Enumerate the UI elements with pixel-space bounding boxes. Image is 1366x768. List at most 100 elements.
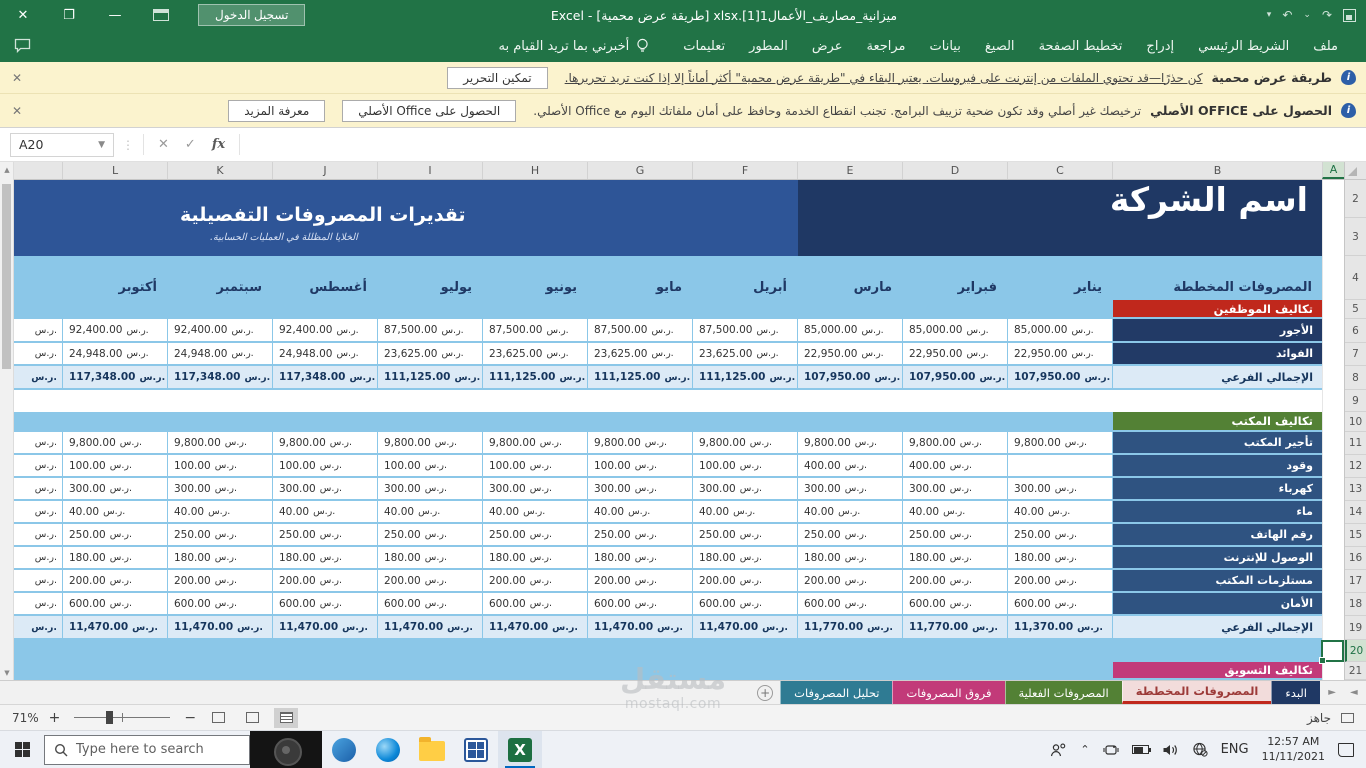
row-label[interactable]: مستلزمات المكتب bbox=[1113, 570, 1322, 591]
battery-icon[interactable] bbox=[1131, 745, 1151, 754]
zoom-level[interactable]: 71% bbox=[12, 711, 39, 725]
cell-value[interactable]: 11,470.00 ر.س. bbox=[483, 616, 587, 638]
redo-icon[interactable]: ↷ bbox=[1322, 8, 1332, 22]
enable-editing-button[interactable]: تمكين التحرير bbox=[447, 66, 548, 89]
taskbar-file-explorer[interactable] bbox=[410, 731, 454, 768]
hidden-icons-chevron[interactable]: ⌃ bbox=[1080, 743, 1089, 756]
cancel-entry-icon[interactable]: ✕ bbox=[158, 137, 169, 152]
cell-value[interactable]: 9,800.00 ر.س. bbox=[483, 432, 587, 453]
column-header-H[interactable]: H bbox=[482, 162, 587, 179]
taskbar-app-1[interactable] bbox=[322, 731, 366, 768]
restore-window-icon[interactable]: ❐ bbox=[46, 0, 92, 30]
cell-value[interactable]: 9,800.00 ر.س. bbox=[168, 432, 272, 453]
partial-cell[interactable]: ر.س. bbox=[14, 616, 62, 638]
cell-value[interactable]: 250.00 ر.س. bbox=[1008, 524, 1112, 545]
row-header-10[interactable]: 10 bbox=[1345, 412, 1366, 432]
cell-value[interactable]: 87,500.00 ر.س. bbox=[483, 319, 587, 341]
cell-value[interactable]: 200.00 ر.س. bbox=[168, 570, 272, 591]
sheet-subtitle-cell[interactable]: تقديرات المصروفات التفصيلية الخلايا المظ… bbox=[14, 180, 798, 256]
row-header-18[interactable]: 18 bbox=[1345, 593, 1366, 616]
cell-value[interactable]: 40.00 ر.س. bbox=[378, 501, 482, 522]
ribbon-tab[interactable]: ملف bbox=[1301, 30, 1350, 62]
cell-value[interactable]: 11,470.00 ر.س. bbox=[588, 616, 692, 638]
cell-value[interactable]: 24,948.00 ر.س. bbox=[168, 343, 272, 364]
company-name-cell[interactable]: اسم الشركة bbox=[798, 180, 1322, 256]
cell-value[interactable]: 180.00 ر.س. bbox=[588, 547, 692, 568]
zoom-in-icon[interactable]: + bbox=[49, 710, 61, 726]
cell-value[interactable]: 40.00 ر.س. bbox=[273, 501, 377, 522]
row-header-13[interactable]: 13 bbox=[1345, 478, 1366, 501]
planned-expenses-header[interactable]: المصروفات المخططة bbox=[1113, 256, 1322, 300]
sheet-tab[interactable]: المصروفات المخططة bbox=[1121, 681, 1272, 704]
row-header-11[interactable]: 11 bbox=[1345, 432, 1366, 455]
scroll-up-icon[interactable]: ▲ bbox=[0, 162, 14, 177]
page-break-view-button[interactable] bbox=[206, 708, 230, 728]
cell-value[interactable]: 200.00 ر.س. bbox=[693, 570, 797, 591]
column-header-L[interactable]: L bbox=[62, 162, 167, 179]
cell-value[interactable]: 11,470.00 ر.س. bbox=[693, 616, 797, 638]
ribbon-tab[interactable]: مراجعة bbox=[855, 30, 918, 62]
row-header-17[interactable]: 17 bbox=[1345, 570, 1366, 593]
month-header[interactable]: مايو bbox=[588, 256, 692, 300]
row-header-3[interactable]: 3 bbox=[1345, 218, 1366, 256]
cell-value[interactable]: 600.00 ر.س. bbox=[1008, 593, 1112, 614]
column-header-C[interactable]: C bbox=[1007, 162, 1112, 179]
partial-cell[interactable]: ر.س. bbox=[14, 547, 62, 568]
ribbon-tab[interactable]: الشريط الرئيسي bbox=[1186, 30, 1301, 62]
cell-value[interactable]: 100.00 ر.س. bbox=[693, 455, 797, 476]
cell-value[interactable]: 250.00 ر.س. bbox=[798, 524, 902, 545]
taskbar-app-edge[interactable] bbox=[366, 731, 410, 768]
active-cell-selection[interactable] bbox=[1319, 640, 1344, 664]
row-header-5[interactable]: 5 bbox=[1345, 300, 1366, 319]
get-genuine-office-button[interactable]: الحصول على Office الأصلي bbox=[342, 99, 517, 122]
cell-value[interactable]: 250.00 ر.س. bbox=[273, 524, 377, 545]
start-button[interactable] bbox=[0, 731, 44, 768]
feedback-icon[interactable] bbox=[14, 38, 31, 53]
cell-value[interactable]: 85,000.00 ر.س. bbox=[798, 319, 902, 341]
confirm-entry-icon[interactable]: ✓ bbox=[185, 137, 196, 152]
cell-value[interactable]: 200.00 ر.س. bbox=[903, 570, 1007, 591]
cell-value[interactable]: 22,950.00 ر.س. bbox=[1008, 343, 1112, 364]
cell-value[interactable]: 100.00 ر.س. bbox=[273, 455, 377, 476]
cell-value[interactable]: 24,948.00 ر.س. bbox=[273, 343, 377, 364]
row-label[interactable]: ماء bbox=[1113, 501, 1322, 522]
sheet-tab[interactable]: تحليل المصروفات bbox=[780, 681, 893, 704]
cell-value[interactable]: 100.00 ر.س. bbox=[483, 455, 587, 476]
section-header[interactable]: تكاليف المكتب bbox=[1113, 412, 1322, 430]
column-header-A[interactable]: A bbox=[1322, 162, 1344, 179]
row-label[interactable]: الأجور bbox=[1113, 319, 1322, 341]
cell-value[interactable]: 85,000.00 ر.س. bbox=[1008, 319, 1112, 341]
row-header-15[interactable]: 15 bbox=[1345, 524, 1366, 547]
column-header-E[interactable]: E bbox=[797, 162, 902, 179]
cell-value[interactable]: 11,770.00 ر.س. bbox=[798, 616, 902, 638]
zoom-out-icon[interactable]: − bbox=[184, 710, 196, 726]
cell-value[interactable]: 300.00 ر.س. bbox=[1008, 478, 1112, 499]
cell-value[interactable]: 300.00 ر.س. bbox=[588, 478, 692, 499]
cell-value[interactable]: 40.00 ر.س. bbox=[588, 501, 692, 522]
cell-value[interactable]: 300.00 ر.س. bbox=[903, 478, 1007, 499]
cell-value[interactable]: 111,125.00 ر.س. bbox=[483, 366, 587, 388]
cell-value[interactable]: 100.00 ر.س. bbox=[63, 455, 167, 476]
cell-value[interactable]: 22,950.00 ر.س. bbox=[798, 343, 902, 364]
cell-value[interactable]: 200.00 ر.س. bbox=[273, 570, 377, 591]
scrollbar-thumb[interactable] bbox=[2, 184, 11, 369]
cell-value[interactable]: 117,348.00 ر.س. bbox=[273, 366, 377, 388]
partial-cell[interactable]: ر.س. bbox=[14, 501, 62, 522]
ribbon-tab[interactable]: الصيغ bbox=[973, 30, 1027, 62]
cell-value[interactable]: 200.00 ر.س. bbox=[483, 570, 587, 591]
save-icon[interactable] bbox=[1343, 8, 1356, 22]
minimize-window-icon[interactable]: — bbox=[92, 0, 138, 30]
partial-cell[interactable]: ر.س. bbox=[14, 432, 62, 453]
cell-value[interactable]: 87,500.00 ر.س. bbox=[693, 319, 797, 341]
cell-value[interactable]: 200.00 ر.س. bbox=[588, 570, 692, 591]
column-header-J[interactable]: J bbox=[272, 162, 377, 179]
column-header-K[interactable]: K bbox=[167, 162, 272, 179]
cell-value[interactable]: 300.00 ر.س. bbox=[378, 478, 482, 499]
row-label[interactable]: الفوائد bbox=[1113, 343, 1322, 364]
speaker-icon[interactable] bbox=[1162, 743, 1179, 757]
action-center-icon[interactable] bbox=[1338, 742, 1354, 757]
taskbar-search-input[interactable]: Type here to search bbox=[44, 734, 250, 765]
cell-value[interactable] bbox=[1008, 455, 1112, 476]
cell-value[interactable]: 180.00 ر.س. bbox=[378, 547, 482, 568]
cell-value[interactable]: 11,470.00 ر.س. bbox=[168, 616, 272, 638]
